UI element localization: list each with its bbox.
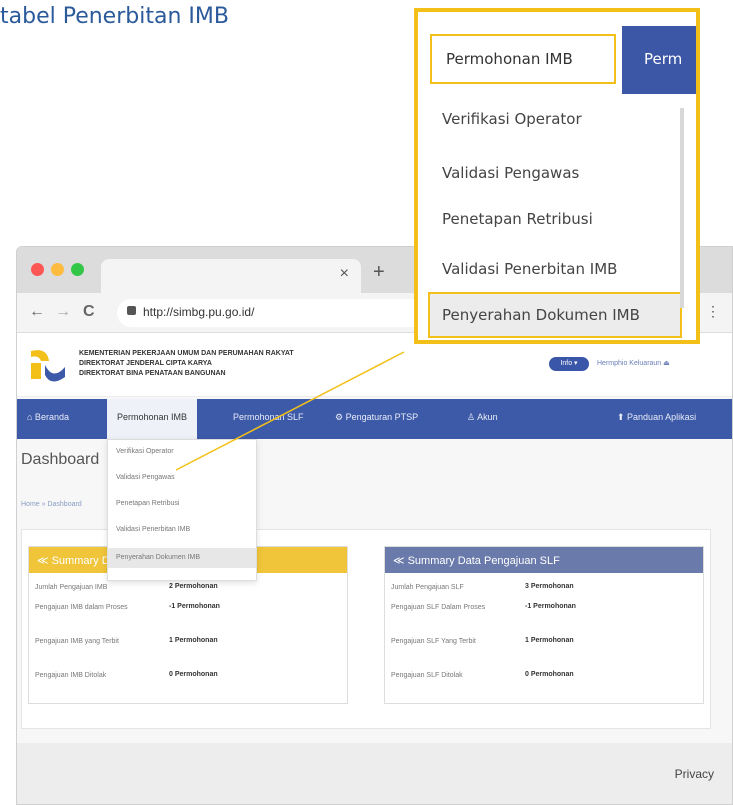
close-tab-icon[interactable]: × xyxy=(340,265,349,283)
summary-slf-value: 1 Permohonan xyxy=(525,637,574,644)
dropdown-item-penyerahan-dokumen-imb[interactable]: Penyerahan Dokumen IMB xyxy=(108,548,256,568)
close-window-button[interactable] xyxy=(31,263,44,276)
dropdown-item-validasi-penerbitan-imb[interactable]: Validasi Penerbitan IMB xyxy=(116,526,190,533)
info-button[interactable]: Info ▾ xyxy=(549,357,589,371)
breadcrumb[interactable]: Home » Dashboard xyxy=(21,501,82,508)
page-footer: Privacy xyxy=(17,743,732,804)
summary-slf-value: 3 Permohonan xyxy=(525,583,574,590)
zoom-tab-permohonan-imb[interactable]: Permohonan IMB xyxy=(430,34,616,84)
web-page: KEMENTERIAN PEKERJAAN UMUM DAN PERUMAHAN… xyxy=(17,333,732,804)
zoom-item-verifikasi-operator[interactable]: Verifikasi Operator xyxy=(442,110,582,128)
zoom-item-validasi-pengawas[interactable]: Validasi Pengawas xyxy=(442,164,579,182)
summary-slf-value: -1 Permohonan xyxy=(525,603,576,610)
nav-beranda[interactable]: ⌂ Beranda xyxy=(27,412,69,422)
forward-icon[interactable]: → xyxy=(55,303,71,321)
nav-akun[interactable]: ♙ Akun xyxy=(467,412,498,423)
zoom-nav: Permohonan IMB Perm xyxy=(418,12,696,94)
dropdown-item-validasi-pengawas[interactable]: Validasi Pengawas xyxy=(116,474,175,481)
new-tab-button[interactable]: + xyxy=(373,261,385,284)
zoom-tab-next[interactable]: Perm xyxy=(622,26,696,94)
lock-icon xyxy=(127,306,136,315)
ministry-name: KEMENTERIAN PEKERJAAN UMUM DAN PERUMAHAN… xyxy=(79,350,294,377)
summary-imb-value: 1 Permohonan xyxy=(169,637,218,644)
zoom-item-penyerahan-dokumen-imb[interactable]: Penyerahan Dokumen IMB xyxy=(428,292,682,338)
summary-imb-label: Pengajuan IMB dalam Proses xyxy=(35,604,128,611)
summary-slf-label: Pengajuan SLF Dalam Proses xyxy=(391,604,486,611)
summary-slf-value: 0 Permohonan xyxy=(525,671,574,678)
zoom-item-penetapan-retribusi[interactable]: Penetapan Retribusi xyxy=(442,210,593,228)
page-heading: tabel Penerbitan IMB xyxy=(0,4,229,29)
summary-imb-label: Pengajuan IMB yang Terbit xyxy=(35,638,119,645)
browser-tab[interactable]: × xyxy=(101,259,361,293)
summary-slf-title: ≪ Summary Data Pengajuan SLF xyxy=(385,547,703,573)
pupr-logo-icon xyxy=(31,350,65,382)
summary-imb-label: Pengajuan IMB Ditolak xyxy=(35,672,107,679)
privacy-link[interactable]: Privacy xyxy=(675,767,714,781)
reload-icon[interactable]: C xyxy=(83,303,95,321)
summary-slf-panel: ≪ Summary Data Pengajuan SLF Jumlah Peng… xyxy=(384,546,704,704)
nav-permohonan-imb[interactable]: Permohonan IMB xyxy=(107,399,198,439)
summary-slf-label: Pengajuan SLF Yang Terbit xyxy=(391,638,476,645)
back-icon[interactable]: ← xyxy=(29,303,45,321)
zoom-scrollbar[interactable] xyxy=(680,108,684,308)
summary-imb-value: 2 Permohonan xyxy=(169,583,218,590)
nav-permohonan-slf[interactable]: Permohonan SLF xyxy=(233,412,304,422)
zoom-item-validasi-penerbitan-imb[interactable]: Validasi Penerbitan IMB xyxy=(442,260,617,278)
maximize-window-button[interactable] xyxy=(71,263,84,276)
nav-panduan-aplikasi[interactable]: ⬆ Panduan Aplikasi xyxy=(617,412,696,423)
summary-slf-label: Jumlah Pengajuan SLF xyxy=(391,584,464,591)
zoom-callout: Permohonan IMB Perm Verifikasi Operator … xyxy=(414,8,700,344)
summary-imb-label: Jumlah Pengajuan IMB xyxy=(35,584,108,591)
browser-menu-icon[interactable]: ⋮ xyxy=(706,303,720,320)
summary-imb-value: 0 Permohonan xyxy=(169,671,218,678)
summary-imb-value: -1 Permohonan xyxy=(169,603,220,610)
dropdown-item-penetapan-retribusi[interactable]: Penetapan Retribusi xyxy=(116,500,179,507)
permohonan-imb-dropdown: Verifikasi Operator Validasi Pengawas Pe… xyxy=(107,439,257,581)
url-text: http://simbg.pu.go.id/ xyxy=(143,305,255,319)
page-title: Dashboard xyxy=(21,451,100,468)
summary-slf-label: Pengajuan SLF Ditolak xyxy=(391,672,463,679)
logout-link[interactable]: Hermphio Keluaraun ⏏ xyxy=(597,359,670,367)
dropdown-item-verifikasi-operator[interactable]: Verifikasi Operator xyxy=(116,448,174,455)
nav-pengaturan-ptsp[interactable]: ⚙ Pengaturan PTSP xyxy=(335,412,418,423)
main-nav: ⌂ Beranda Permohonan IMB Permohonan SLF … xyxy=(17,399,732,439)
minimize-window-button[interactable] xyxy=(51,263,64,276)
